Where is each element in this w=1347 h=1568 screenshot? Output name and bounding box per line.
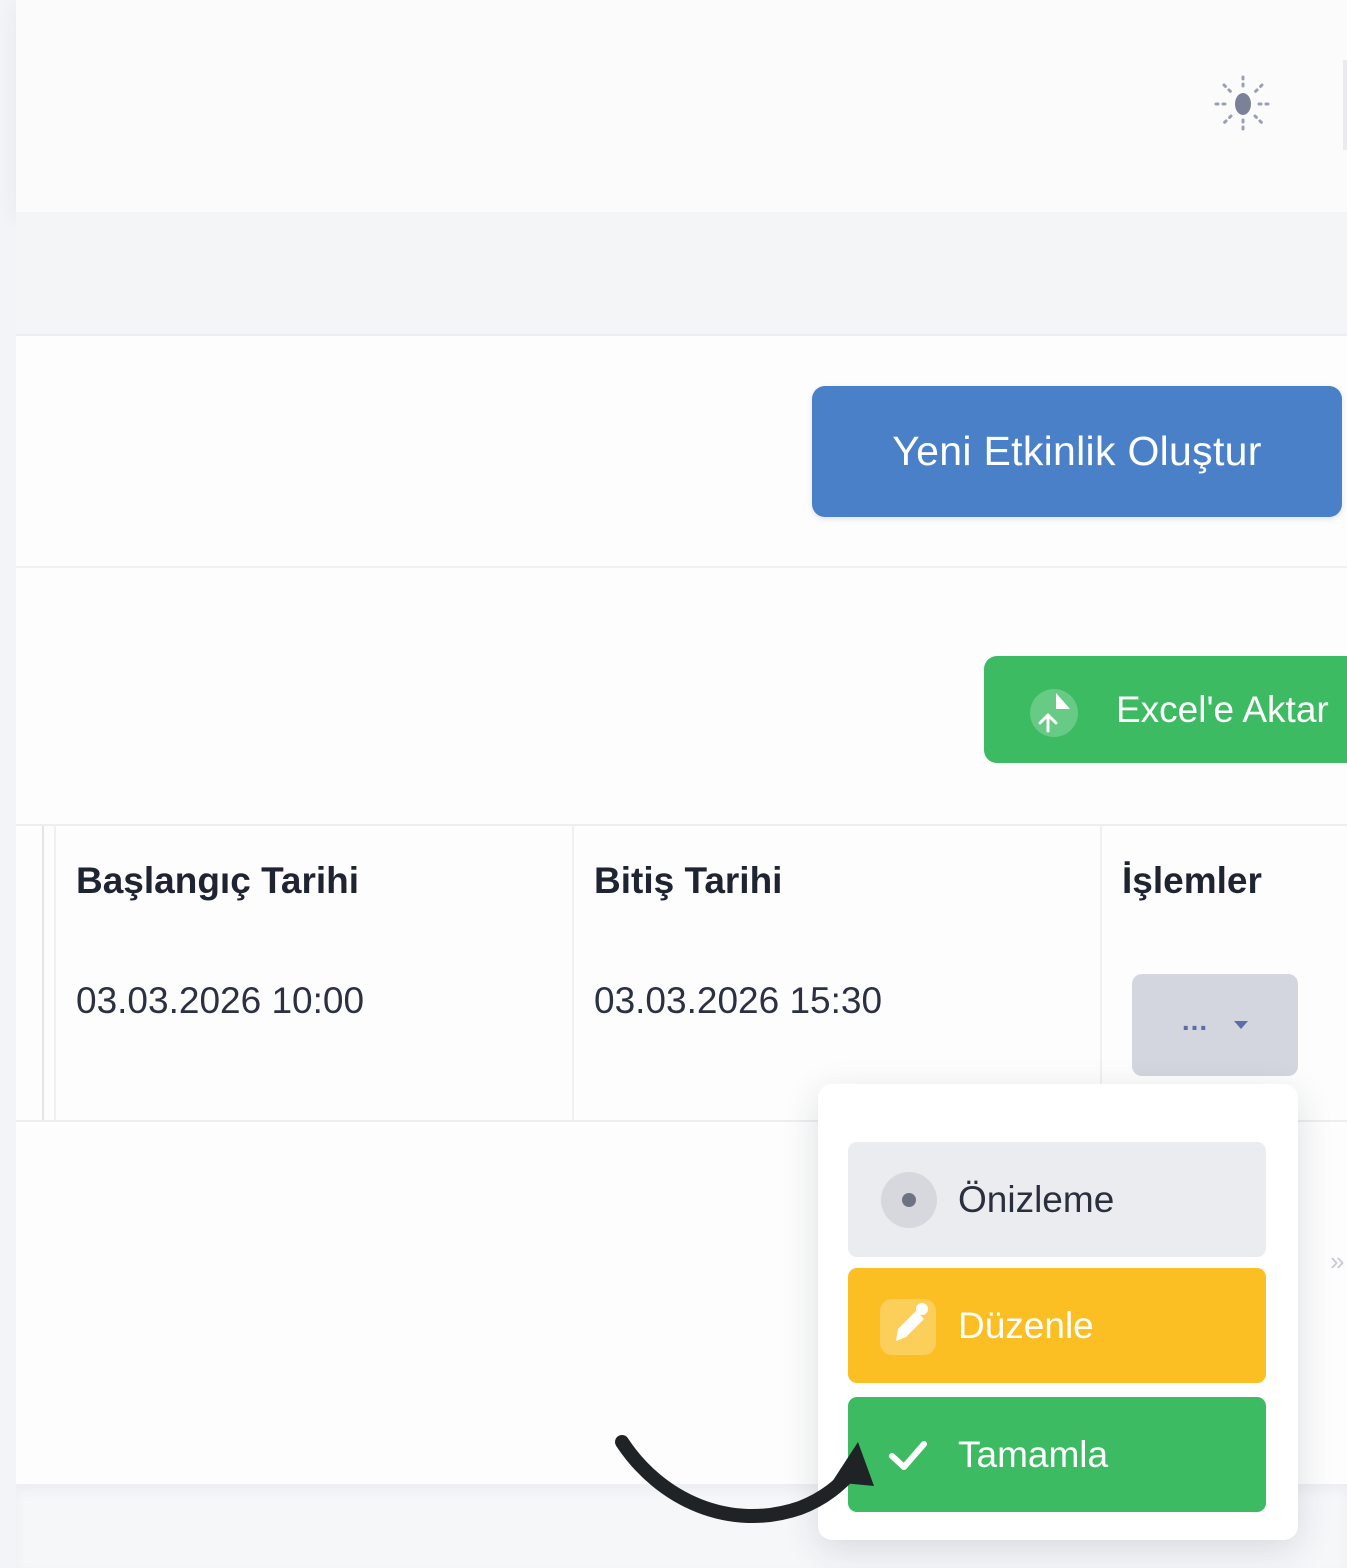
actions-dropdown-toggle[interactable]: ... xyxy=(1132,974,1298,1076)
pagination-next-icon[interactable]: » xyxy=(1330,1246,1344,1277)
menu-item-label: Tamamla xyxy=(958,1433,1109,1475)
column-header-start-date[interactable]: Başlangıç Tarihi xyxy=(54,826,572,944)
menu-item-label: Önizleme xyxy=(958,1178,1115,1220)
eye-icon xyxy=(881,1171,937,1228)
column-header-end-date[interactable]: Bitiş Tarihi xyxy=(572,826,1100,944)
start-date-cell: 03.03.2026 10:00 xyxy=(54,944,572,1120)
column-header-actions: İşlemler xyxy=(1100,826,1347,944)
top-header xyxy=(16,0,1347,212)
more-icon: ... xyxy=(1181,1005,1209,1036)
theme-toggle-button[interactable] xyxy=(1212,73,1274,135)
menu-item-label: Düzenle xyxy=(958,1304,1094,1346)
column-header-label: Bitiş Tarihi xyxy=(594,860,783,901)
menu-item-complete[interactable]: Tamamla xyxy=(848,1397,1266,1512)
start-date-value: 03.03.2026 10:00 xyxy=(76,980,365,1021)
table-cell-hidden xyxy=(16,944,44,1120)
excel-export-icon xyxy=(1030,689,1078,737)
export-excel-button[interactable]: Excel'e Aktar xyxy=(984,656,1347,763)
page: Yeni Etkinlik Oluştur Excel'e Aktar Başl… xyxy=(0,0,1347,1568)
end-date-value: 03.03.2026 15:30 xyxy=(594,980,883,1021)
annotation-arrow-icon xyxy=(615,1435,874,1523)
table-header: Başlangıç Tarihi Bitiş Tarihi İşlemler xyxy=(16,824,1347,946)
chevron-down-icon xyxy=(1234,1021,1249,1029)
table-header-cell-hidden xyxy=(16,826,44,944)
column-header-label: İşlemler xyxy=(1122,860,1262,901)
sub-header xyxy=(16,212,1347,336)
header-divider xyxy=(1343,60,1347,150)
edit-icon xyxy=(880,1298,936,1355)
export-excel-label: Excel'e Aktar xyxy=(1116,689,1329,730)
create-event-button[interactable]: Yeni Etkinlik Oluştur xyxy=(812,386,1342,517)
check-icon xyxy=(889,1440,927,1470)
actions-dropdown-menu: Önizleme Düzenle Tamamla xyxy=(818,1084,1298,1540)
menu-item-preview[interactable]: Önizleme xyxy=(848,1142,1266,1257)
sun-icon xyxy=(1214,75,1272,133)
menu-item-edit[interactable]: Düzenle xyxy=(848,1268,1266,1383)
column-header-label: Başlangıç Tarihi xyxy=(76,860,360,901)
